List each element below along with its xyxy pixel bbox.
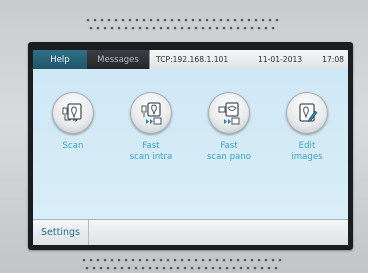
edit-images-button[interactable] (286, 92, 328, 134)
settings-button[interactable]: Settings (33, 220, 89, 245)
fast-scan-intra-label-line2: scan intra (129, 152, 173, 162)
scan-button[interactable] (52, 92, 94, 134)
top-bar: Help Messages TCP:192.168.1.101 11-01-20… (33, 50, 348, 69)
fast-scan-intra-icon (141, 102, 162, 125)
bottom-bar: Settings (33, 219, 348, 245)
speaker-grille-top-dots (86, 18, 279, 30)
touch-screen: Help Messages TCP:192.168.1.101 11-01-20… (33, 50, 348, 245)
edit-images-icon (299, 103, 318, 122)
speaker-grille-top (0, 14, 368, 34)
messages-tab[interactable]: Messages (87, 50, 149, 69)
edit-images-label-line1: Edit (298, 141, 316, 151)
fast-scan-pano-button[interactable] (208, 92, 250, 134)
fast-scan-intra-button[interactable] (130, 92, 172, 134)
fast-scan-intra-label-line1: Fast (142, 141, 160, 151)
edit-images-action: Edit images (269, 92, 345, 163)
scan-icon (62, 103, 82, 122)
connection-status: TCP:192.168.1.101 (156, 55, 229, 64)
scan-label-line1: Scan (62, 141, 84, 151)
fast-scan-pano-action: Fast scan pano (191, 92, 267, 163)
edit-images-label-line2: images (291, 152, 323, 162)
status-bar: TCP:192.168.1.101 11-01-2013 17:08 (149, 50, 348, 69)
fast-scan-pano-label-line1: Fast (220, 141, 238, 151)
status-date: 11-01-2013 (258, 55, 303, 64)
status-time: 17:08 (322, 55, 344, 64)
speaker-grille-bottom-dots (82, 258, 282, 270)
fast-scan-pano-label-line2: scan pano (206, 152, 252, 162)
help-tab[interactable]: Help (33, 50, 87, 69)
fast-scan-intra-action: Fast scan intra (113, 92, 189, 163)
speaker-grille-bottom (0, 255, 368, 273)
main-action-panel: Scan Fast scan intra Fast scan pano Edit… (33, 69, 348, 219)
fast-scan-pano-icon (218, 102, 240, 125)
scan-action: Scan (35, 92, 111, 152)
